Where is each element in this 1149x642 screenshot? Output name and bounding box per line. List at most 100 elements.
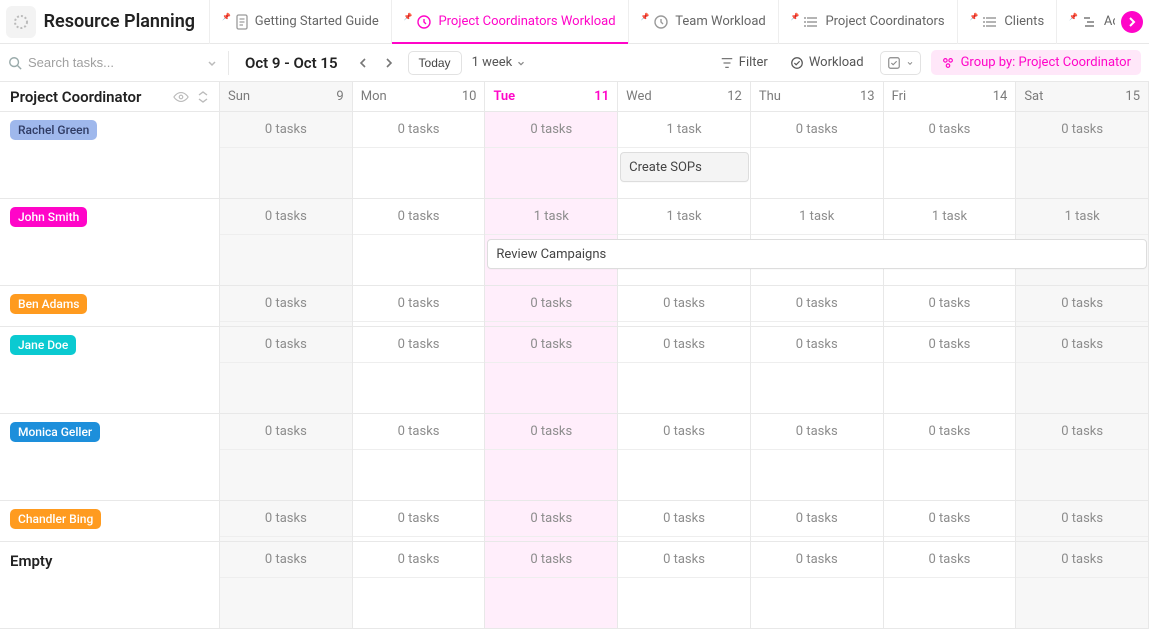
day-cell-body[interactable]	[353, 537, 485, 541]
day-cell[interactable]: 0 tasks	[884, 286, 1017, 326]
day-cell-body[interactable]	[884, 537, 1016, 541]
search-box[interactable]	[8, 55, 218, 70]
group-by-button[interactable]: Group by: Project Coordinator	[931, 50, 1141, 75]
day-cell[interactable]: 0 tasks	[751, 501, 884, 541]
day-cell[interactable]: 0 tasks	[751, 414, 884, 500]
day-header[interactable]: Sat15	[1016, 82, 1149, 111]
row-header-cell[interactable]: Rachel Green	[0, 112, 220, 198]
day-cell-body[interactable]	[485, 363, 617, 413]
day-cell-body[interactable]	[1016, 363, 1148, 413]
day-cell-body[interactable]	[485, 537, 617, 541]
day-cell[interactable]: 0 tasks	[1016, 112, 1149, 198]
day-cell-body[interactable]	[485, 322, 617, 326]
day-cell[interactable]: 0 tasks	[884, 112, 1017, 198]
collapse-all-icon[interactable]	[197, 90, 209, 104]
day-cell[interactable]: 0 tasks	[884, 542, 1017, 628]
day-cell-body[interactable]	[220, 537, 352, 541]
day-cell-body[interactable]	[220, 148, 352, 198]
day-cell-body[interactable]	[220, 235, 352, 285]
day-cell-body[interactable]	[485, 450, 617, 500]
row-header-cell[interactable]: Empty	[0, 542, 220, 628]
day-cell[interactable]: 0 tasks	[618, 414, 751, 500]
person-chip[interactable]: John Smith	[10, 207, 87, 227]
chevron-down-icon[interactable]	[206, 57, 218, 69]
day-cell[interactable]: 0 tasks	[884, 327, 1017, 413]
day-cell[interactable]: 0 tasks	[353, 414, 486, 500]
tab-activity-gant[interactable]: 📌Activity Gant	[1056, 0, 1115, 44]
tabs-overflow-button[interactable]	[1121, 11, 1143, 33]
day-header[interactable]: Wed12	[618, 82, 751, 111]
day-cell[interactable]: 0 tasks	[884, 414, 1017, 500]
day-cell-body[interactable]	[353, 578, 485, 628]
day-cell[interactable]: 0 tasks	[884, 501, 1017, 541]
day-cell-body[interactable]	[884, 578, 1016, 628]
day-cell[interactable]: 0 tasks	[1016, 327, 1149, 413]
tab-project-coordinators[interactable]: 📌Project Coordinators	[778, 0, 957, 44]
day-header[interactable]: Tue11	[485, 82, 618, 111]
day-cell[interactable]: 0 tasks	[618, 327, 751, 413]
day-cell[interactable]: 0 tasks	[751, 327, 884, 413]
day-cell-body[interactable]	[618, 322, 750, 326]
task-bar[interactable]: Create SOPs	[620, 152, 749, 182]
day-cell-body[interactable]	[353, 322, 485, 326]
day-cell-body[interactable]	[220, 363, 352, 413]
task-bar[interactable]: Review Campaigns	[487, 239, 1147, 269]
day-cell[interactable]: 0 tasks	[618, 542, 751, 628]
row-header-cell[interactable]: Jane Doe	[0, 327, 220, 413]
day-cell-body[interactable]	[618, 450, 750, 500]
day-cell[interactable]: 0 tasks	[485, 112, 618, 198]
tab-getting-started-guide[interactable]: 📌Getting Started Guide	[209, 0, 391, 44]
tab-project-coordinators-workload[interactable]: 📌Project Coordinators Workload	[391, 0, 628, 44]
day-cell-body[interactable]	[884, 148, 1016, 198]
day-cell[interactable]: 0 tasks	[220, 112, 353, 198]
day-cell[interactable]: 0 tasks	[751, 112, 884, 198]
day-cell[interactable]: 0 tasks	[220, 327, 353, 413]
tab-clients[interactable]: 📌Clients	[957, 0, 1057, 44]
day-cell-body[interactable]	[884, 322, 1016, 326]
day-cell-body[interactable]	[220, 322, 352, 326]
day-header[interactable]: Sun9	[220, 82, 353, 111]
day-cell[interactable]: 0 tasks	[485, 286, 618, 326]
day-cell[interactable]: 0 tasks	[485, 414, 618, 500]
day-cell-body[interactable]	[220, 450, 352, 500]
day-cell[interactable]: 0 tasks	[618, 501, 751, 541]
options-button[interactable]	[880, 51, 921, 75]
day-cell-body[interactable]	[1016, 322, 1148, 326]
day-cell-body[interactable]	[353, 235, 485, 285]
row-header-cell[interactable]: John Smith	[0, 199, 220, 285]
day-cell-body[interactable]	[353, 363, 485, 413]
next-week-button[interactable]	[380, 55, 398, 71]
day-header[interactable]: Thu13	[751, 82, 884, 111]
day-header[interactable]: Fri14	[884, 82, 1017, 111]
tab-team-workload[interactable]: 📌Team Workload	[628, 0, 778, 44]
visibility-icon[interactable]	[173, 90, 189, 104]
range-select[interactable]: 1 week	[472, 55, 527, 70]
workload-button[interactable]: Workload	[784, 51, 870, 74]
day-cell[interactable]: 0 tasks	[1016, 414, 1149, 500]
day-cell-body[interactable]	[618, 363, 750, 413]
day-cell-body[interactable]	[220, 578, 352, 628]
day-cell[interactable]: 0 tasks	[220, 199, 353, 285]
day-cell[interactable]: 0 tasks	[1016, 286, 1149, 326]
day-cell[interactable]: 0 tasks	[220, 414, 353, 500]
day-cell-body[interactable]	[353, 148, 485, 198]
day-cell[interactable]: 0 tasks	[353, 112, 486, 198]
day-cell[interactable]: 0 tasks	[1016, 542, 1149, 628]
day-header[interactable]: Mon10	[353, 82, 486, 111]
day-cell-body[interactable]	[618, 537, 750, 541]
day-cell-body[interactable]	[1016, 537, 1148, 541]
day-cell[interactable]: 0 tasks	[485, 501, 618, 541]
day-cell[interactable]: 0 tasks	[1016, 501, 1149, 541]
day-cell[interactable]: 0 tasks	[353, 199, 486, 285]
day-cell-body[interactable]	[751, 363, 883, 413]
day-cell[interactable]: 0 tasks	[353, 542, 486, 628]
today-button[interactable]: Today	[408, 51, 462, 75]
day-cell-body[interactable]	[751, 537, 883, 541]
day-cell[interactable]: 0 tasks	[485, 542, 618, 628]
person-chip[interactable]: Jane Doe	[10, 335, 76, 355]
day-cell[interactable]: 0 tasks	[220, 542, 353, 628]
person-chip[interactable]: Chandler Bing	[10, 509, 101, 529]
day-cell-body[interactable]	[1016, 578, 1148, 628]
row-header-cell[interactable]: Chandler Bing	[0, 501, 220, 541]
filter-button[interactable]: Filter	[714, 51, 774, 74]
